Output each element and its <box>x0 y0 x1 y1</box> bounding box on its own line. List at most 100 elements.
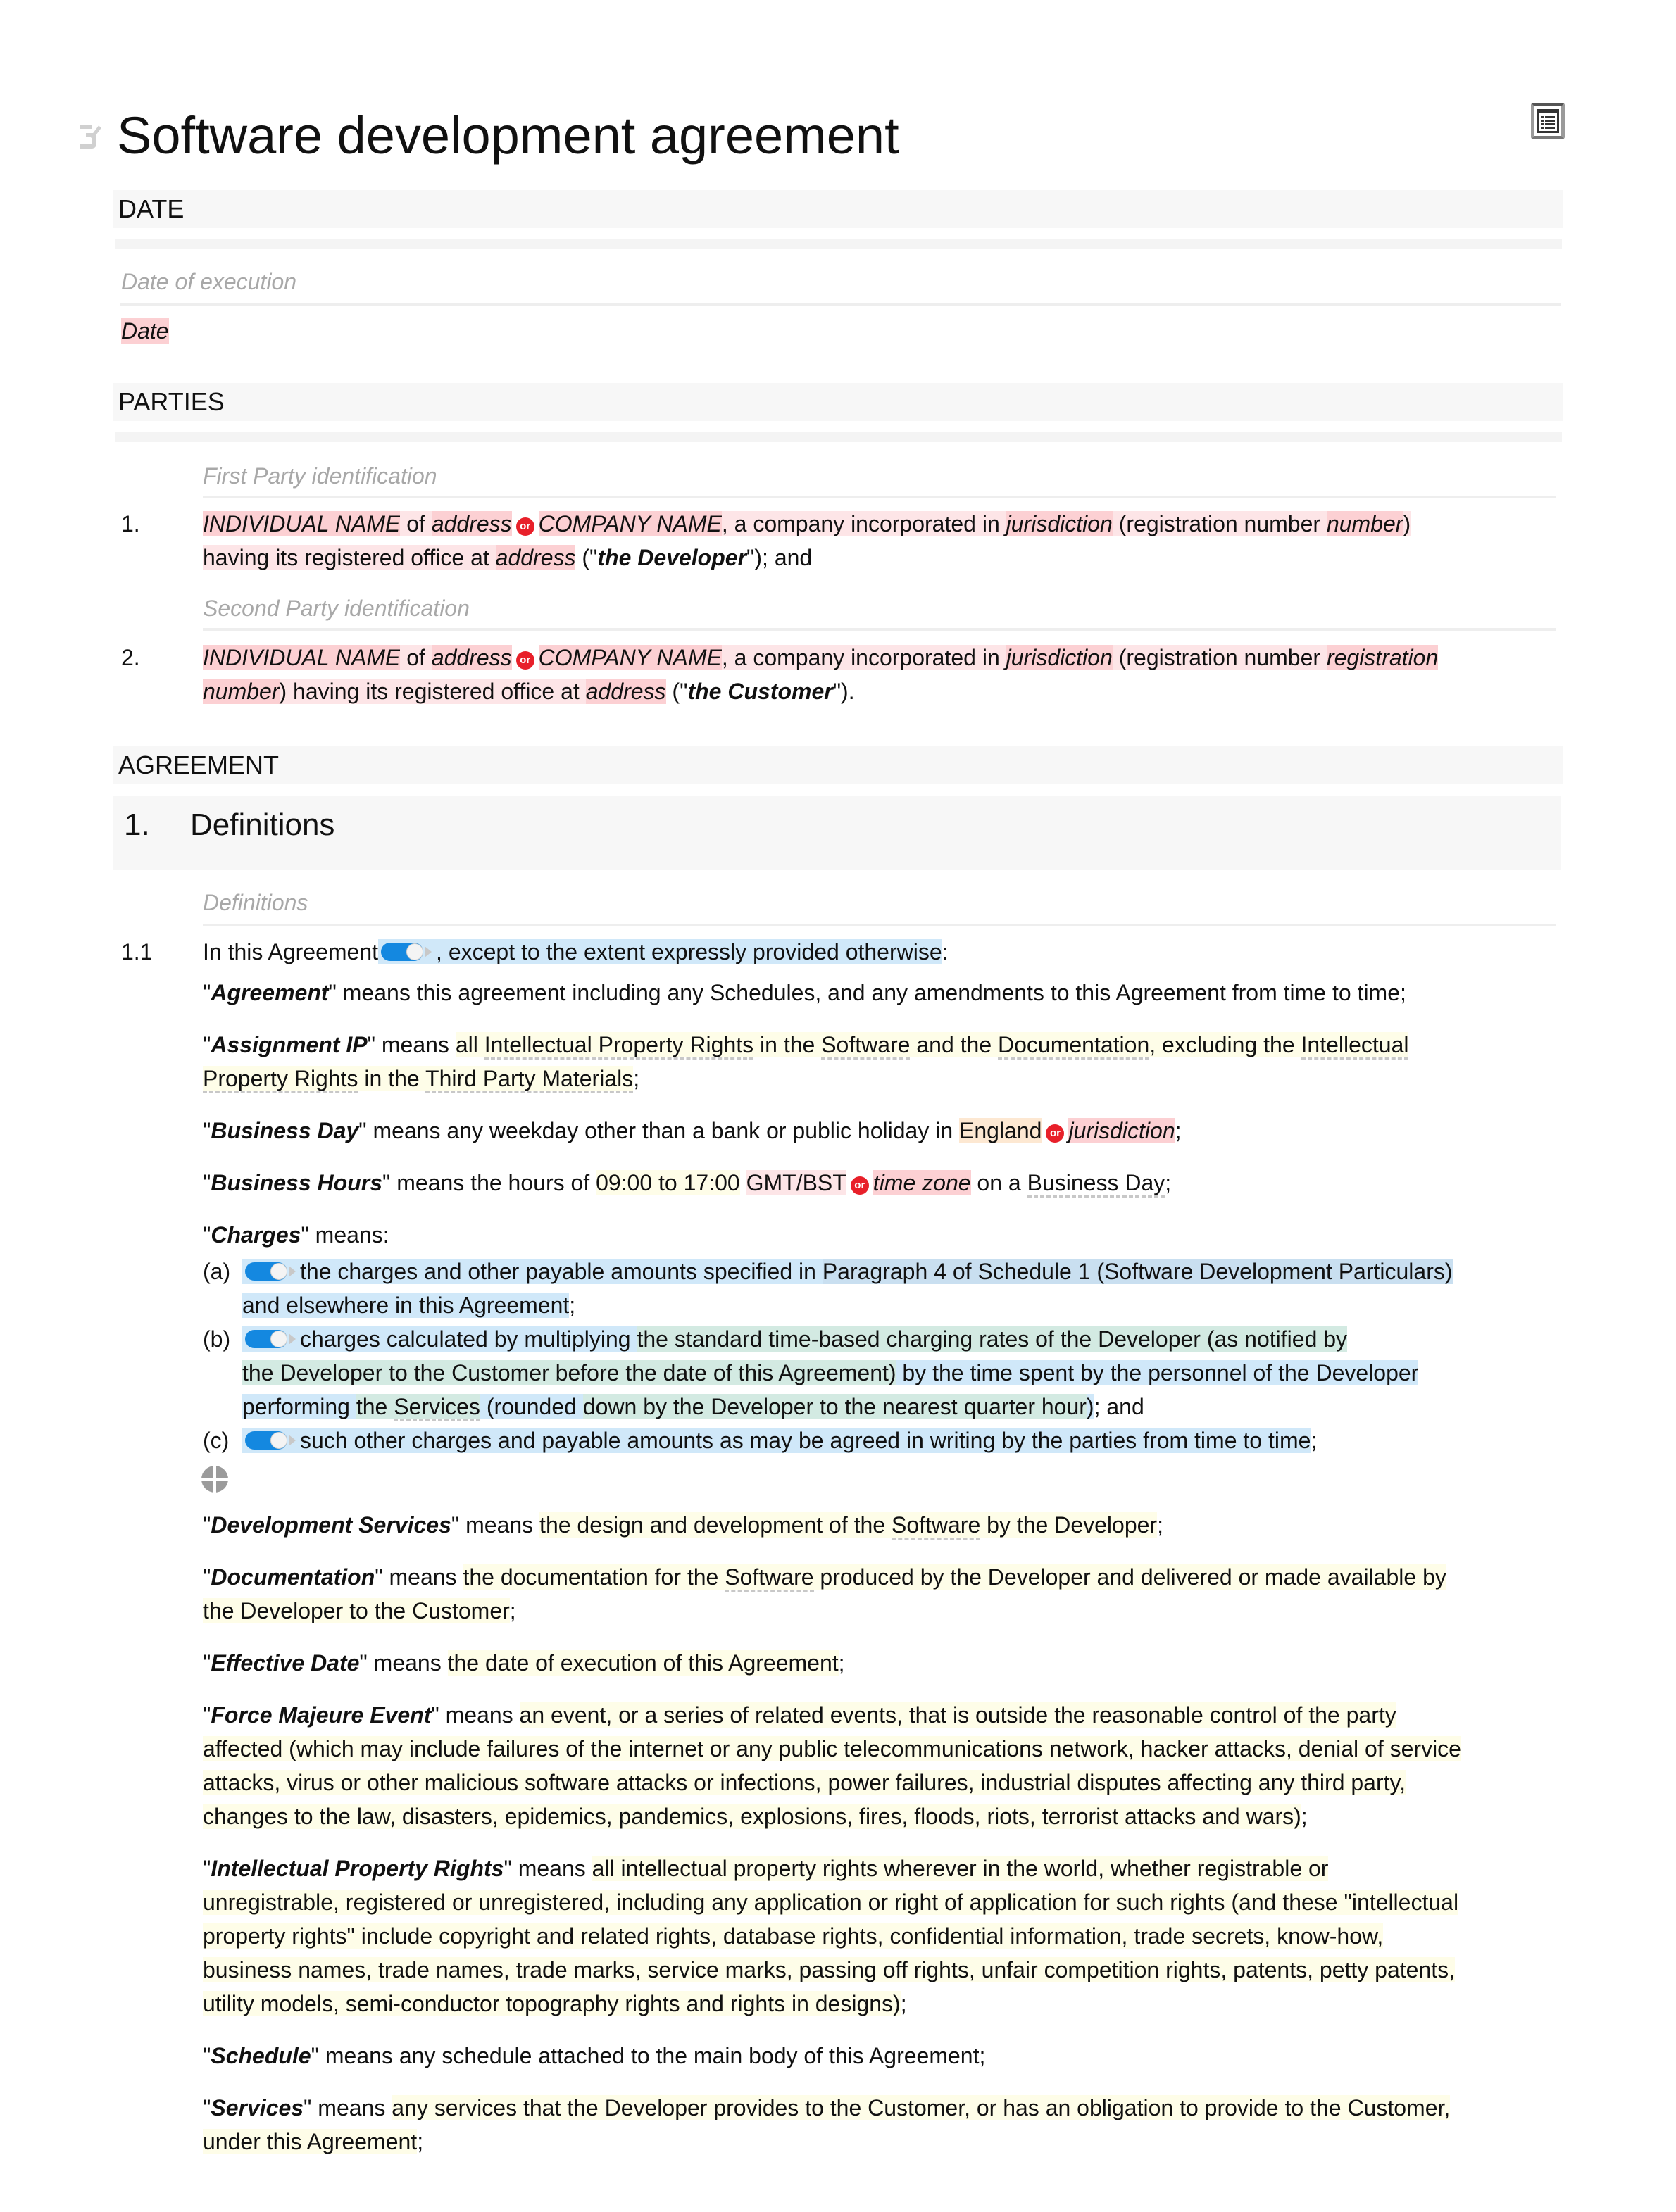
editable-text[interactable]: all intellectual property rights whereve… <box>592 1856 1329 1881</box>
field-rule <box>203 628 1556 631</box>
definition-assignment-ip: "Assignment IP" means all Intellectual P… <box>203 1028 1409 1062</box>
registration-number-placeholder[interactable]: number <box>1326 511 1403 536</box>
or-toggle-badge[interactable]: or <box>515 651 534 670</box>
jurisdiction-placeholder[interactable]: jurisdiction <box>1006 511 1113 536</box>
editable-text[interactable]: any services that the Developer provides… <box>392 2095 1451 2120</box>
editable-text[interactable]: the standard time-based charging rates o… <box>637 1326 1348 1352</box>
optional-text-toggle[interactable] <box>381 941 433 962</box>
document-title: Software development agreement <box>117 106 899 165</box>
party-number: 1. <box>121 511 140 536</box>
editable-text[interactable]: attacks, virus or other malicious softwa… <box>203 1770 1406 1795</box>
table-of-contents-icon <box>1537 109 1559 133</box>
optional-text-toggle[interactable] <box>245 1430 297 1451</box>
definition-intellectual-property-rights: "Intellectual Property Rights" means all… <box>203 1856 1329 1881</box>
defined-term-link[interactable]: Services <box>394 1394 480 1421</box>
editable-text[interactable]: down by the Developer to the nearest qua… <box>582 1394 1087 1419</box>
registration-number-placeholder[interactable]: registration <box>1326 645 1439 670</box>
editable-text[interactable]: the Developer to the Customer <box>203 1598 510 1623</box>
subclause-number: 1.1 <box>121 939 153 964</box>
selected-option[interactable]: England <box>959 1118 1042 1143</box>
editable-text[interactable]: affected (which may include failures of … <box>203 1736 1461 1761</box>
defined-term-link[interactable]: Software <box>891 1512 981 1540</box>
defined-term-link[interactable]: Intellectual Property Rights <box>484 1032 754 1060</box>
editable-text[interactable]: property rights" include copyright and r… <box>203 1923 1384 1949</box>
defined-term-link[interactable]: Intellectual <box>1301 1032 1409 1060</box>
list-label: (b) <box>203 1326 231 1352</box>
defined-term-link[interactable]: Business Day <box>1027 1170 1165 1198</box>
time-zone-placeholder[interactable]: time zone <box>873 1170 971 1195</box>
second-party-field-label: Second Party identification <box>203 596 470 621</box>
editable-text[interactable]: business names, trade names, trade marks… <box>203 1957 1456 1982</box>
definition-force-majeure: "Force Majeure Event" means an event, or… <box>203 1702 1396 1728</box>
optional-text-toggle[interactable] <box>245 1328 297 1350</box>
field-rule <box>203 496 1556 498</box>
company-name-placeholder[interactable]: COMPANY NAME <box>538 511 722 536</box>
charges-item-c: such other charges and payable amounts a… <box>242 1424 1317 1457</box>
editable-text[interactable]: changes to the law, disasters, epidemics… <box>203 1804 1301 1829</box>
definitions-intro: In this Agreement, except to the extent … <box>203 939 949 964</box>
edit-icon[interactable] <box>79 122 103 151</box>
charges-item-b: charges calculated by multiplying the st… <box>242 1322 1348 1356</box>
editable-text[interactable]: under this Agreement <box>203 2129 418 2154</box>
clause-number: 1. <box>124 807 150 842</box>
list-label: (a) <box>203 1259 231 1284</box>
date-placeholder[interactable]: Date <box>121 318 169 344</box>
defined-term: the Customer <box>687 679 833 704</box>
or-toggle-badge[interactable]: or <box>1046 1124 1065 1143</box>
section-divider <box>115 239 1562 249</box>
field-rule <box>120 303 1561 306</box>
definition-charges: "Charges" means: <box>203 1222 389 1248</box>
address-placeholder[interactable]: address <box>431 645 512 670</box>
defined-term-link[interactable]: Third Party Materials <box>425 1066 634 1093</box>
office-address-placeholder[interactable]: address <box>585 679 666 704</box>
editable-text[interactable]: utility models, semi-conductor topograph… <box>203 1991 901 2016</box>
jurisdiction-placeholder[interactable]: jurisdiction <box>1006 645 1113 670</box>
company-name-placeholder[interactable]: COMPANY NAME <box>538 645 722 670</box>
definitions-field-label: Definitions <box>203 890 308 915</box>
agreement-section-heading: AGREEMENT <box>113 746 1563 784</box>
editable-text[interactable]: unregistrable, registered or unregistere… <box>203 1890 1459 1915</box>
definition-documentation: "Documentation" means the documentation … <box>203 1560 1446 1594</box>
add-clause-icon <box>201 1466 228 1493</box>
parties-section-heading: PARTIES <box>113 383 1563 421</box>
registration-number-placeholder[interactable]: number <box>203 679 280 704</box>
defined-term-link[interactable]: Software <box>821 1032 911 1060</box>
first-party-field-label: First Party identification <box>203 463 437 489</box>
editable-text[interactable]: the design and development of the Softwa… <box>539 1512 1158 1540</box>
field-rule <box>203 924 1556 926</box>
defined-term-link[interactable]: Software <box>725 1564 814 1592</box>
time-zone-option[interactable]: GMT/BST <box>746 1170 846 1195</box>
clause-title: Definitions <box>190 807 335 842</box>
editable-text[interactable]: the Developer to the Customer before the… <box>242 1360 896 1385</box>
section-divider <box>115 432 1562 442</box>
definition-schedule: "Schedule" means any schedule attached t… <box>203 2043 986 2068</box>
office-address-placeholder[interactable]: address <box>495 545 576 570</box>
jurisdiction-placeholder[interactable]: jurisdiction <box>1068 1118 1175 1143</box>
defined-term-link[interactable]: Property Rights <box>203 1066 358 1093</box>
optional-text-toggle[interactable] <box>245 1261 297 1282</box>
editable-hours[interactable]: 09:00 to 17:00 <box>596 1170 740 1195</box>
add-clause-button[interactable] <box>201 1466 228 1493</box>
definition-services: "Services" means any services that the D… <box>203 2095 1451 2120</box>
editable-text[interactable]: all Intellectual Property Rights in the … <box>455 1032 1409 1060</box>
editable-text[interactable]: the documentation for the Software produ… <box>463 1564 1446 1592</box>
schedule-reference[interactable]: Paragraph 4 of Schedule 1 (Software Deve… <box>822 1259 1453 1284</box>
definition-business-day: "Business Day" means any weekday other t… <box>203 1118 1182 1143</box>
party-number: 2. <box>121 645 140 670</box>
defined-term-link[interactable]: Documentation <box>998 1032 1150 1060</box>
or-toggle-badge[interactable]: or <box>850 1176 869 1195</box>
definition-effective-date: "Effective Date" means the date of execu… <box>203 1650 845 1676</box>
editable-text[interactable]: an event, or a series of related events,… <box>519 1702 1396 1728</box>
second-party-line-1: INDIVIDUAL NAME of address or COMPANY NAME… <box>203 645 1439 670</box>
editable-text[interactable]: Property Rights in the Third Party Mater… <box>203 1066 634 1093</box>
first-party-line-2: having its registered office at address … <box>203 545 813 570</box>
or-toggle-badge[interactable]: or <box>515 517 534 536</box>
date-section-heading: DATE <box>113 190 1563 228</box>
individual-name-placeholder[interactable]: INDIVIDUAL NAME <box>203 511 401 536</box>
table-of-contents-button[interactable] <box>1531 103 1565 139</box>
charges-item-a: the charges and other payable amounts sp… <box>242 1255 1453 1288</box>
defined-term: the Developer <box>597 545 747 570</box>
editable-text[interactable]: the date of execution of this Agreement <box>447 1650 839 1676</box>
address-placeholder[interactable]: address <box>431 511 512 536</box>
individual-name-placeholder[interactable]: INDIVIDUAL NAME <box>203 645 401 670</box>
